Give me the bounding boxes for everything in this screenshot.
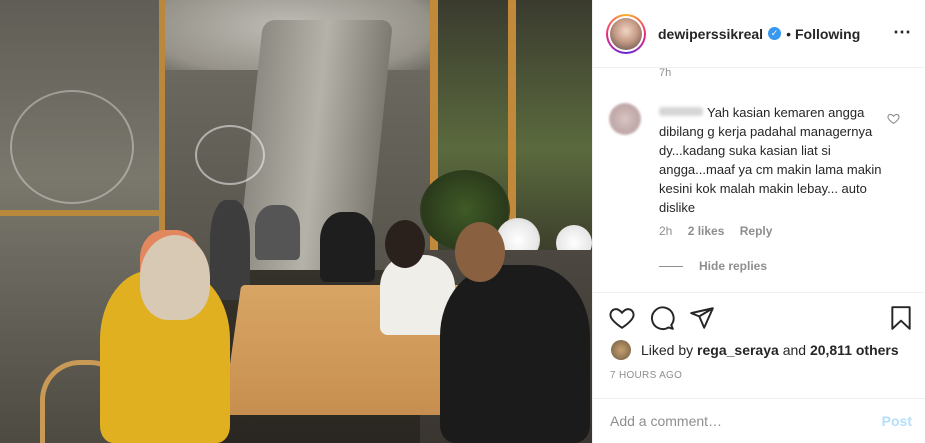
post-sidebar: dewiperssikreal ✓ • Following ⋯ 7h Yah k… (592, 0, 925, 443)
comment-likes[interactable]: 2 likes (688, 224, 725, 238)
verified-badge-icon: ✓ (768, 27, 782, 40)
previous-comment-time[interactable]: 7h (659, 67, 671, 79)
liker-username[interactable]: rega_seraya (697, 342, 779, 358)
post-photo (0, 0, 592, 443)
likes-summary: Liked by rega_seraya and 20,811 others (611, 340, 899, 360)
more-options-icon[interactable]: ⋯ (893, 22, 912, 43)
avatar-image (610, 17, 642, 50)
person (320, 212, 375, 282)
divider-line (659, 265, 683, 267)
person (440, 265, 590, 443)
likes-middle: and (782, 342, 807, 358)
reply-button[interactable]: Reply (740, 224, 773, 238)
post-timestamp[interactable]: 7 HOURS AGO (610, 370, 682, 381)
hide-replies-label: Hide replies (699, 259, 768, 273)
bookmark-icon[interactable] (888, 305, 914, 331)
separator-dot: • (786, 25, 791, 42)
liker-avatar[interactable] (611, 340, 631, 360)
wall-art (195, 125, 265, 185)
action-bar (593, 292, 925, 346)
share-icon[interactable] (689, 305, 715, 331)
profile-avatar[interactable] (606, 13, 646, 54)
person (255, 205, 300, 260)
person-head (385, 220, 425, 268)
post-comment-button[interactable]: Post (882, 413, 912, 429)
following-button[interactable]: Following (795, 26, 860, 42)
comment-input[interactable] (610, 413, 850, 429)
comment-like-heart-icon[interactable] (887, 112, 900, 125)
commenter-username-blurred[interactable] (659, 107, 703, 116)
add-comment-bar: Post (593, 398, 925, 443)
comment-icon[interactable] (649, 305, 675, 331)
heart-icon[interactable] (609, 305, 635, 331)
likes-prefix: Liked by (641, 342, 694, 358)
comment-text: Yah kasian kemaren angga dibilang g kerj… (659, 105, 882, 215)
comment-time[interactable]: 2h (659, 224, 672, 238)
avatar-border (608, 15, 644, 52)
likes-count-button[interactable]: 20,811 others (810, 342, 899, 358)
username-link[interactable]: dewiperssikreal (658, 26, 763, 42)
person-head (140, 235, 210, 320)
hide-replies-button[interactable]: Hide replies (659, 259, 767, 273)
comment-meta: 2h 2 likes Reply (659, 224, 784, 238)
commenter-avatar[interactable] (609, 103, 641, 135)
person-head (455, 222, 505, 282)
post-header: dewiperssikreal ✓ • Following ⋯ (593, 0, 925, 68)
comment-body: Yah kasian kemaren angga dibilang g kerj… (659, 103, 889, 217)
